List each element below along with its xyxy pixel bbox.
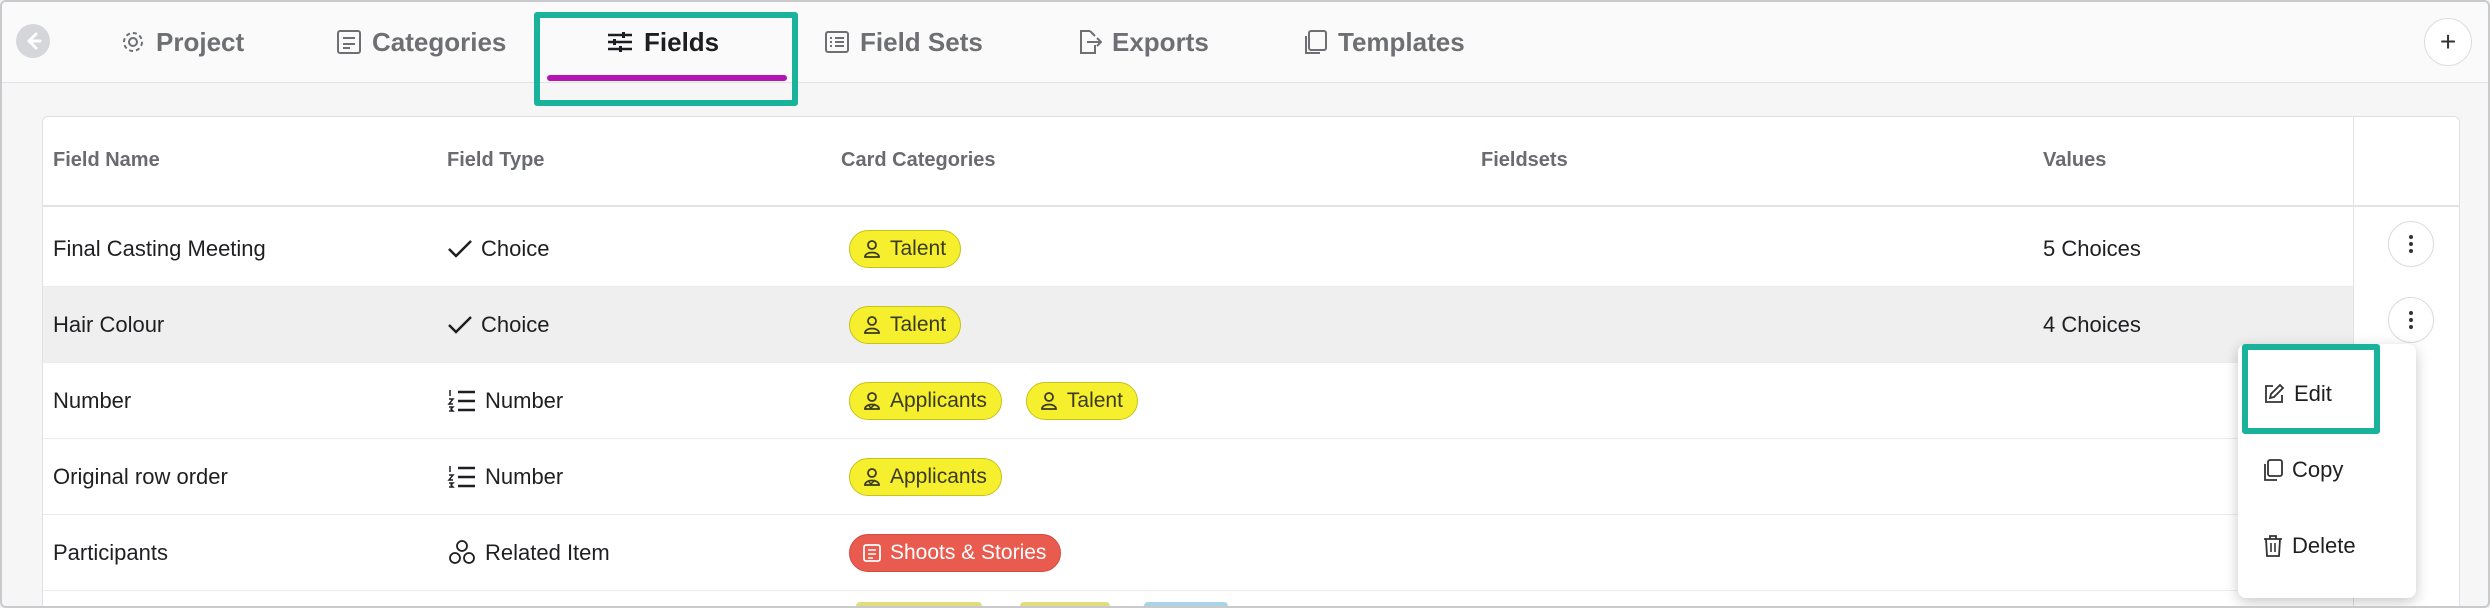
trash-icon: [2264, 535, 2282, 557]
col-values[interactable]: Values: [2043, 149, 2106, 172]
export-icon: [1080, 30, 1102, 54]
field-type-cell: Choice: [447, 211, 549, 286]
tab-label: Field Sets: [860, 26, 983, 57]
tab-project[interactable]: Project: [120, 2, 244, 82]
table-row[interactable]: Number Number Applicants Talent: [43, 363, 2353, 439]
field-type-cell: Number: [447, 363, 563, 438]
row-actions-button[interactable]: [2388, 221, 2434, 267]
col-card-categories[interactable]: Card Categories: [841, 149, 996, 172]
category-tag[interactable]: Talent: [849, 305, 962, 344]
numbered-list-icon: [447, 465, 475, 488]
tab-label: Exports: [1112, 26, 1209, 57]
category-tag[interactable]: Talent: [1025, 381, 1138, 420]
values-cell: 4 Choices: [2043, 311, 2141, 337]
kebab-icon: [2409, 311, 2413, 329]
tab-templates[interactable]: Templates: [1302, 2, 1465, 82]
fields-table: Field Name Field Type Card Categories Fi…: [42, 116, 2460, 606]
card-categories-cell: Applicants: [849, 439, 1026, 514]
table-row[interactable]: Participants Related Item Shoots & Stori…: [43, 515, 2353, 591]
partial-tag: [1020, 602, 1110, 606]
categories-icon: [337, 30, 361, 54]
tab-bar: Project Categories Fields Field Sets Exp…: [2, 2, 2488, 83]
row-actions-button[interactable]: [2388, 297, 2434, 343]
applicant-icon: [864, 467, 880, 486]
field-name-cell: Final Casting Meeting: [53, 235, 266, 261]
category-tag-label: Applicants: [890, 388, 987, 412]
col-field-type[interactable]: Field Type: [447, 149, 544, 172]
check-icon: [448, 239, 472, 258]
next-row-tags-partial: [852, 602, 1232, 606]
gear-icon: [123, 32, 143, 52]
col-fieldsets[interactable]: Fieldsets: [1481, 149, 1568, 172]
tab-label: Templates: [1338, 26, 1465, 57]
col-field-name[interactable]: Field Name: [53, 149, 160, 172]
partial-tag: [856, 602, 982, 606]
category-tag-label: Talent: [890, 236, 947, 260]
tab-exports[interactable]: Exports: [1076, 2, 1209, 82]
menu-item-label: Delete: [2292, 533, 2356, 558]
applicant-icon: [864, 391, 880, 410]
field-type-label: Related Item: [485, 539, 610, 565]
person-icon: [1040, 391, 1057, 410]
menu-item-delete[interactable]: Delete: [2262, 526, 2356, 566]
category-tag-label: Talent: [890, 312, 947, 336]
related-item-icon: [449, 539, 475, 564]
person-icon: [864, 239, 880, 258]
field-name-cell: Original row order: [53, 463, 228, 489]
list-icon: [825, 31, 849, 53]
card-categories-cell: Shoots & Stories: [849, 515, 1085, 590]
tab-label: Categories: [372, 26, 507, 57]
table-row[interactable]: Final Casting Meeting Choice Talent 5 Ch…: [43, 211, 2353, 287]
menu-item-label: Copy: [2292, 457, 2344, 482]
field-type-cell: Related Item: [447, 515, 610, 590]
document-icon: [863, 543, 881, 562]
back-button[interactable]: [16, 24, 50, 58]
copy-icon: [1305, 30, 1327, 54]
copy-icon: [2264, 459, 2283, 481]
field-type-label: Number: [485, 463, 564, 489]
category-tag[interactable]: Applicants: [849, 381, 1002, 420]
card-categories-cell: Talent: [849, 211, 985, 286]
field-type-label: Choice: [481, 235, 550, 261]
field-type-cell: Choice: [447, 287, 549, 362]
fields-tab-highlight: [534, 12, 798, 106]
arrow-left-icon: [27, 32, 42, 50]
field-name-cell: Participants: [53, 539, 168, 565]
add-button[interactable]: +: [2424, 18, 2472, 66]
card-categories-cell: Applicants Talent: [849, 363, 1162, 438]
category-tag-label: Talent: [1066, 388, 1123, 412]
field-type-label: Choice: [481, 311, 550, 337]
partial-tag: [1144, 602, 1228, 606]
values-cell: 5 Choices: [2043, 235, 2141, 261]
card-categories-cell: Talent: [849, 287, 985, 362]
category-tag[interactable]: Applicants: [849, 457, 1002, 496]
field-type-label: Number: [485, 387, 564, 413]
category-tag-label: Shoots & Stories: [890, 540, 1047, 564]
tab-categories[interactable]: Categories: [336, 2, 506, 82]
app-window: Project Categories Fields Field Sets Exp…: [0, 0, 2490, 608]
tab-label: Project: [156, 26, 245, 57]
table-row[interactable]: Original row order Number Applicants: [43, 439, 2353, 515]
table-row[interactable]: Hair Colour Choice Talent 4 Choices: [43, 287, 2353, 363]
category-tag-label: Applicants: [890, 464, 987, 488]
edit-menu-highlight: [2242, 344, 2380, 434]
menu-item-copy[interactable]: Copy: [2262, 450, 2343, 490]
check-icon: [448, 315, 472, 334]
table-header: Field Name Field Type Card Categories Fi…: [43, 117, 2459, 207]
category-tag[interactable]: Talent: [849, 229, 962, 268]
plus-icon: +: [2439, 26, 2457, 57]
person-icon: [864, 315, 880, 334]
kebab-icon: [2409, 235, 2413, 253]
field-name-cell: Number: [53, 387, 132, 413]
field-type-cell: Number: [447, 439, 563, 514]
numbered-list-icon: [447, 389, 475, 412]
field-name-cell: Hair Colour: [53, 311, 165, 337]
category-tag[interactable]: Shoots & Stories: [849, 533, 1062, 572]
tab-field-sets[interactable]: Field Sets: [824, 2, 983, 82]
